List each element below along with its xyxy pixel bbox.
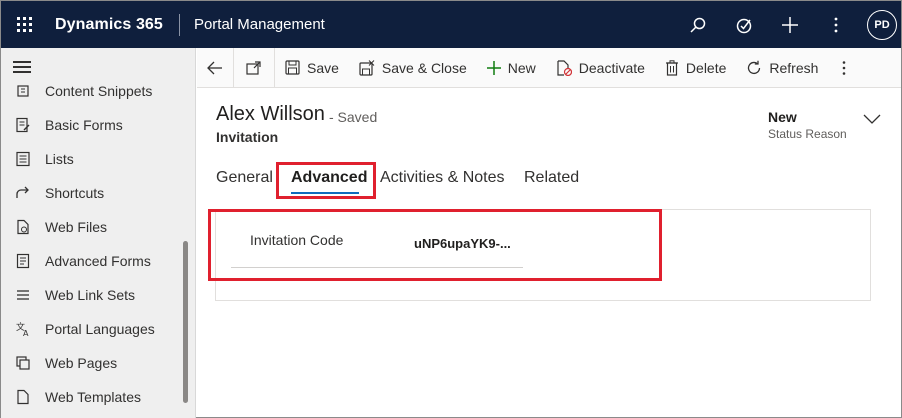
sidebar-item-label: Portal Languages [45, 321, 155, 337]
chevron-down-icon [863, 114, 881, 124]
language-icon: 文A [1, 321, 45, 337]
tab-activities-notes[interactable]: Activities & Notes [380, 169, 504, 187]
sidebar-item-web-templates[interactable]: Web Templates [1, 380, 181, 414]
sidebar-item-lists[interactable]: Lists [1, 142, 181, 176]
save-close-icon [359, 59, 375, 76]
expand-header-button[interactable] [863, 111, 881, 129]
task-flow-button[interactable] [721, 1, 767, 48]
save-label: Save [307, 59, 339, 76]
save-close-button[interactable]: Save & Close [349, 48, 477, 88]
sidebar-item-label: Web Link Sets [45, 287, 136, 303]
open-in-new-window-icon [246, 60, 261, 75]
sidebar-item-label: Web Files [45, 219, 107, 235]
avatar[interactable]: PD [867, 9, 897, 40]
advanced-form-icon [1, 253, 45, 269]
sidebar-item-label: Content Snippets [45, 83, 153, 99]
sidebar-item-portal-languages[interactable]: 文A Portal Languages [1, 312, 181, 346]
waffle-icon [16, 17, 32, 32]
header-divider [178, 13, 180, 36]
app-name[interactable]: Dynamics 365 [55, 16, 163, 34]
save-icon [285, 60, 300, 75]
sidebar-item-basic-forms[interactable]: Basic Forms [1, 108, 181, 142]
highlight-box-field [208, 209, 662, 281]
svg-text:A: A [23, 329, 29, 337]
trash-icon [665, 59, 678, 76]
template-icon [1, 389, 45, 405]
deactivate-icon [557, 59, 572, 76]
sidebar-item-web-pages[interactable]: Web Pages [1, 346, 181, 380]
list-icon [1, 151, 45, 167]
new-button-global[interactable] [767, 1, 813, 48]
refresh-icon [748, 60, 761, 74]
status-reason-label: Status Reason [768, 127, 847, 141]
sidebar-item-label: Basic Forms [45, 117, 123, 133]
task-icon [736, 18, 752, 33]
sidebar-item-web-link-sets[interactable]: Web Link Sets [1, 278, 181, 312]
sidebar-item-label: Advanced Forms [45, 253, 151, 269]
file-icon [1, 219, 45, 235]
back-arrow-icon [207, 61, 222, 74]
search-button[interactable] [675, 1, 721, 48]
delete-button[interactable]: Delete [655, 48, 736, 88]
entity-name: Invitation [216, 129, 279, 145]
more-vertical-icon [843, 60, 846, 75]
plus-icon [486, 60, 501, 75]
sidebar-item-label: Web Pages [45, 355, 118, 371]
sidebar-item-label: Web Templates [45, 389, 141, 405]
tab-related[interactable]: Related [524, 169, 579, 187]
record-title: Alex Willson [216, 103, 325, 125]
sidebar-item-label: Lists [45, 151, 74, 167]
sidebar-item-content-snippets[interactable]: Content Snippets [1, 83, 181, 108]
refresh-label: Refresh [769, 59, 819, 76]
pages-icon [1, 355, 45, 371]
new-label: New [507, 59, 536, 76]
deactivate-button[interactable]: Deactivate [546, 48, 655, 88]
tab-general[interactable]: General [216, 169, 273, 187]
sidebar-item-label: Shortcuts [45, 185, 105, 201]
sidebar-scrollbar[interactable] [183, 241, 188, 403]
hamburger-icon[interactable] [13, 61, 31, 75]
area-name[interactable]: Portal Management [194, 16, 325, 33]
search-icon [690, 17, 706, 33]
sidebar-item-advanced-forms[interactable]: Advanced Forms [1, 244, 181, 278]
delete-label: Delete [685, 59, 727, 76]
app-launcher-button[interactable] [1, 1, 47, 48]
link-set-icon [1, 287, 45, 303]
save-button[interactable]: Save [275, 48, 349, 88]
sidebar: Content Snippets Basic Forms Lists Short… [1, 48, 196, 418]
highlight-box-tab [276, 162, 376, 199]
more-commands-button[interactable] [828, 48, 860, 88]
more-vertical-icon [834, 17, 838, 32]
save-status: - Saved [329, 109, 378, 125]
open-new-window-button[interactable] [234, 48, 274, 88]
snippet-icon [1, 84, 45, 98]
form-icon [1, 117, 45, 133]
sidebar-item-shortcuts[interactable]: Shortcuts [1, 176, 181, 210]
top-bar: Dynamics 365 Portal Management PD [1, 1, 901, 48]
settings-more-button[interactable] [813, 1, 859, 48]
deactivate-label: Deactivate [578, 59, 645, 76]
command-bar: Save Save & Close New Deactivate Delete … [197, 47, 901, 88]
save-close-label: Save & Close [381, 59, 467, 76]
sidebar-item-web-files[interactable]: Web Files [1, 210, 181, 244]
new-button[interactable]: New [477, 48, 546, 88]
plus-icon [782, 16, 798, 33]
refresh-button[interactable]: Refresh [736, 48, 828, 88]
back-button[interactable] [197, 48, 233, 88]
shortcut-icon [1, 185, 45, 201]
status-reason-value: New [768, 109, 797, 125]
